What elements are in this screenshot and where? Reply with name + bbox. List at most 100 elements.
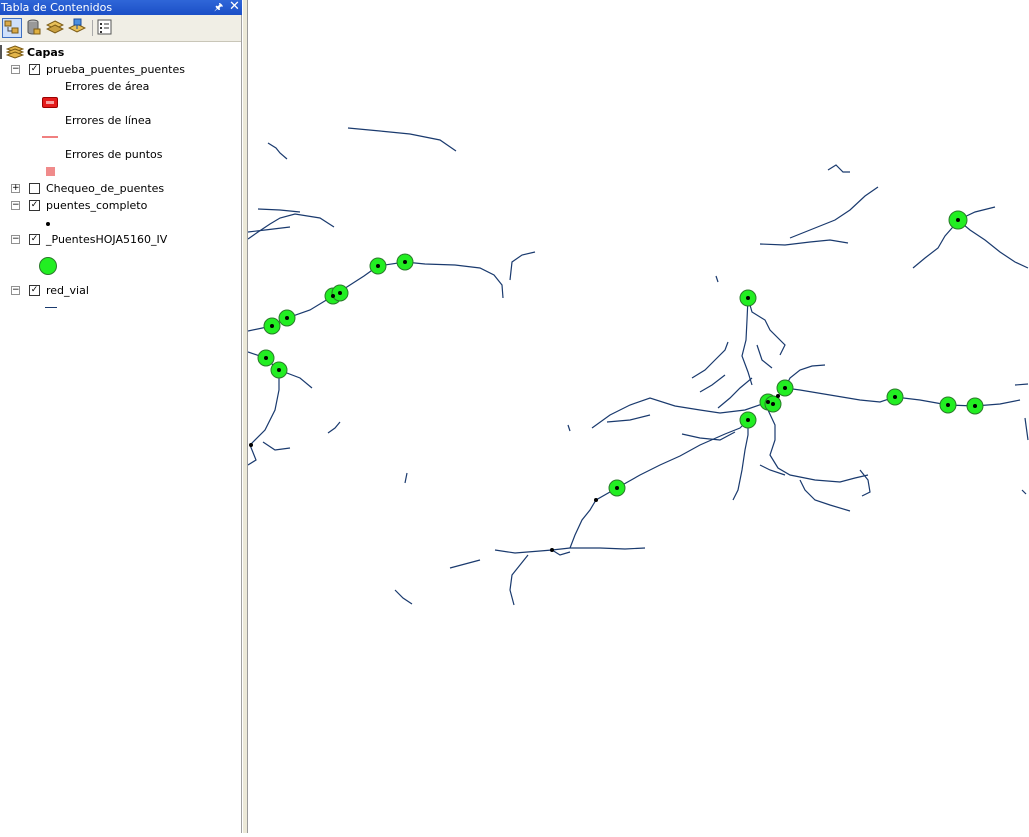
bridge-point xyxy=(615,486,619,490)
road-line xyxy=(1024,417,1029,441)
bridge-point xyxy=(331,294,335,298)
bridge-point xyxy=(403,260,407,264)
bridge-point xyxy=(285,316,289,320)
legend-label-line-errors: Errores de línea xyxy=(65,114,152,127)
road-line xyxy=(247,226,291,233)
road-line xyxy=(691,341,729,379)
road-line xyxy=(551,549,571,556)
road-line xyxy=(699,374,726,393)
legend-label-area-errors: Errores de área xyxy=(65,80,150,93)
layers-icon xyxy=(6,45,24,59)
bridge-point xyxy=(893,395,897,399)
bridge-point xyxy=(550,548,554,552)
layer-visibility-checkbox[interactable]: ✓ xyxy=(29,200,40,211)
road-line xyxy=(827,164,850,173)
expand-toggle[interactable]: + xyxy=(11,184,20,193)
road-line xyxy=(247,444,257,466)
pin-icon[interactable]: 🖈 xyxy=(214,0,223,15)
options-button[interactable] xyxy=(96,18,116,38)
bridge-point xyxy=(956,218,960,222)
bridge-point xyxy=(783,386,787,390)
bridge-point xyxy=(376,264,380,268)
bridge-markers xyxy=(257,210,984,497)
list-by-visibility-icon xyxy=(45,20,65,34)
road-line xyxy=(717,377,753,409)
bridge-point xyxy=(270,324,274,328)
layer-name-puentes-completo[interactable]: puentes_completo xyxy=(46,199,147,212)
layer-visibility-checkbox[interactable]: ✓ xyxy=(29,234,40,245)
layer-name-puentes-hoja[interactable]: _PuentesHOJA5160_IV xyxy=(46,233,167,246)
road-line xyxy=(789,186,879,239)
collapse-toggle[interactable]: − xyxy=(11,286,20,295)
green-circle-symbol xyxy=(39,257,57,275)
road-line xyxy=(957,219,1029,269)
road-line xyxy=(741,297,753,386)
road-line xyxy=(606,414,651,423)
list-by-visibility-button[interactable] xyxy=(45,18,66,38)
bridge-point xyxy=(264,356,268,360)
bridge-point xyxy=(277,368,281,372)
road-line xyxy=(509,554,529,606)
bridge-points xyxy=(249,218,977,552)
black-dot-symbol xyxy=(46,222,50,226)
legend-label-point-errors: Errores de puntos xyxy=(65,148,163,161)
collapse-toggle[interactable]: − xyxy=(11,201,20,210)
bridge-point xyxy=(249,443,253,447)
collapse-toggle[interactable]: − xyxy=(11,235,20,244)
list-by-selection-button[interactable] xyxy=(67,18,88,38)
list-by-drawing-order-icon xyxy=(4,20,19,34)
road-line xyxy=(715,275,719,283)
table-of-contents-panel: Tabla de Contenidos 🖈 ✕ Capas − ✓ prueba… xyxy=(0,0,243,833)
road-line xyxy=(327,421,341,434)
road-line xyxy=(267,142,288,160)
list-by-drawing-order-button[interactable] xyxy=(2,18,22,38)
bridge-point xyxy=(776,394,780,398)
map-view[interactable] xyxy=(247,0,1029,833)
road-network xyxy=(247,127,1029,606)
road-line xyxy=(732,420,749,501)
road-line xyxy=(747,297,786,356)
list-by-source-button[interactable] xyxy=(24,18,44,38)
road-line xyxy=(262,441,291,451)
bridge-point xyxy=(973,404,977,408)
road-line xyxy=(859,469,871,497)
road-line xyxy=(591,397,766,429)
list-by-selection-icon xyxy=(67,18,87,33)
road-line xyxy=(567,424,571,432)
road-line xyxy=(394,589,413,605)
road-line xyxy=(756,344,773,369)
pink-square-symbol xyxy=(46,167,55,176)
blue-line-symbol xyxy=(45,307,57,308)
layer-name-prueba-puentes[interactable]: prueba_puentes_puentes xyxy=(46,63,185,76)
layer-visibility-checkbox[interactable] xyxy=(29,183,40,194)
bridge-point xyxy=(946,403,950,407)
toc-toolbar xyxy=(0,15,241,42)
map-canvas[interactable] xyxy=(247,0,1029,833)
bridge-point xyxy=(594,498,598,502)
road-line xyxy=(912,219,959,269)
red-polygon-symbol xyxy=(42,97,58,108)
road-line xyxy=(249,370,280,446)
road-line xyxy=(257,208,301,213)
road-line xyxy=(509,251,536,281)
root-label: Capas xyxy=(27,46,65,59)
road-line xyxy=(767,409,869,483)
road-line xyxy=(799,479,851,512)
pink-line-symbol xyxy=(42,136,58,138)
road-line xyxy=(1014,383,1029,386)
layer-name-chequeo-de-puentes[interactable]: Chequeo_de_puentes xyxy=(46,182,164,195)
layer-name-red-vial[interactable]: red_vial xyxy=(46,284,89,297)
bridge-point xyxy=(746,296,750,300)
toc-title-bar[interactable]: Tabla de Contenidos 🖈 ✕ xyxy=(0,0,243,15)
toolbar-separator xyxy=(92,20,93,36)
bridge-point xyxy=(338,291,342,295)
layer-visibility-checkbox[interactable]: ✓ xyxy=(29,64,40,75)
toc-title: Tabla de Contenidos xyxy=(1,1,113,14)
collapse-toggle[interactable]: − xyxy=(11,65,20,74)
tree-marker xyxy=(0,45,2,59)
layer-tree: Capas − ✓ prueba_puentes_puentes Errores… xyxy=(0,41,241,833)
road-line xyxy=(347,127,457,152)
layer-visibility-checkbox[interactable]: ✓ xyxy=(29,285,40,296)
options-icon xyxy=(97,19,112,35)
close-icon[interactable]: ✕ xyxy=(229,0,240,14)
